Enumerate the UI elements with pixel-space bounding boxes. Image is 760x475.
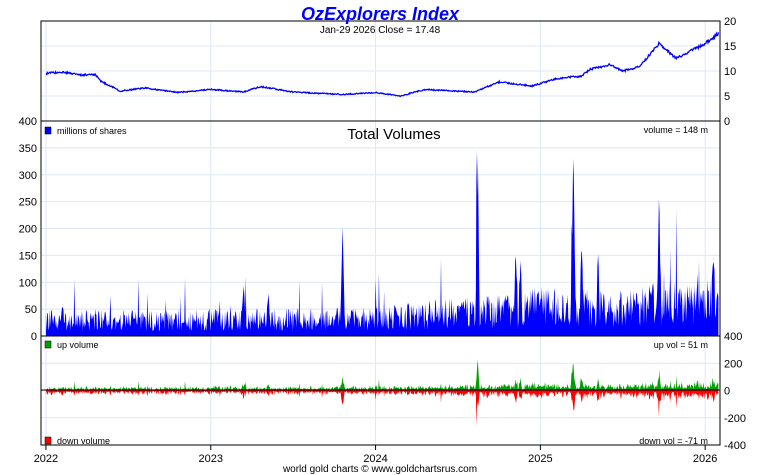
price-line	[45, 31, 720, 98]
chart-title: OzExplorers Index	[301, 4, 460, 24]
legend-volume-swatch	[44, 126, 52, 135]
y-tick-label: 250	[19, 197, 37, 209]
chart-container: OzExplorers Index Jan-29 2026 Close = 17…	[0, 0, 760, 475]
y-tick-label: -200	[724, 413, 746, 425]
y-tick-label: 200	[724, 358, 742, 370]
chart-subtitle: Jan-29 2026 Close = 17.48	[320, 25, 441, 36]
legend-down: down volume	[57, 436, 110, 446]
y-tick-label: 0	[724, 386, 730, 398]
volume-annotation: volume = 148 m	[644, 125, 708, 135]
y-tick-label: 400	[724, 331, 742, 343]
x-tick-label: 2023	[199, 453, 223, 465]
legend-up: up volume	[57, 340, 99, 350]
y-tick-label: 100	[19, 277, 37, 289]
y-tick-label: 400	[19, 116, 37, 128]
legend-volume: millions of shares	[57, 126, 127, 136]
plot-frame	[40, 20, 721, 446]
y-tick-label: 200	[19, 224, 37, 236]
y-tick-label: 0	[31, 331, 37, 343]
x-tick-label: 2026	[693, 453, 717, 465]
y-tick-label: 0	[724, 116, 730, 128]
up-annotation: up vol = 51 m	[654, 340, 708, 350]
volume-area	[45, 148, 719, 336]
x-tick-label: 2022	[34, 453, 58, 465]
y-tick-label: -400	[724, 440, 746, 452]
y-tick-label: 50	[25, 304, 37, 316]
y-tick-label: 10	[724, 66, 736, 78]
volume-title: Total Volumes	[347, 126, 440, 143]
y-tick-label: 150	[19, 250, 37, 262]
footer-credit: world gold charts © www.goldchartsrus.co…	[282, 464, 477, 475]
y-tick-label: 300	[19, 170, 37, 182]
y-tick-label: 5	[724, 91, 730, 103]
up-volume-area	[45, 359, 719, 391]
y-tick-label: 20	[724, 16, 736, 28]
chart-svg: OzExplorers Index Jan-29 2026 Close = 17…	[19, 4, 746, 475]
y-tick-label: 350	[19, 143, 37, 155]
down-annotation: down vol = -71 m	[639, 436, 708, 446]
legend-down-swatch	[44, 436, 52, 445]
y-tick-label: 15	[724, 41, 736, 53]
x-tick-label: 2024	[363, 453, 387, 465]
legend-up-swatch	[44, 340, 52, 349]
x-tick-label: 2025	[528, 453, 552, 465]
down-volume-area	[45, 390, 719, 426]
